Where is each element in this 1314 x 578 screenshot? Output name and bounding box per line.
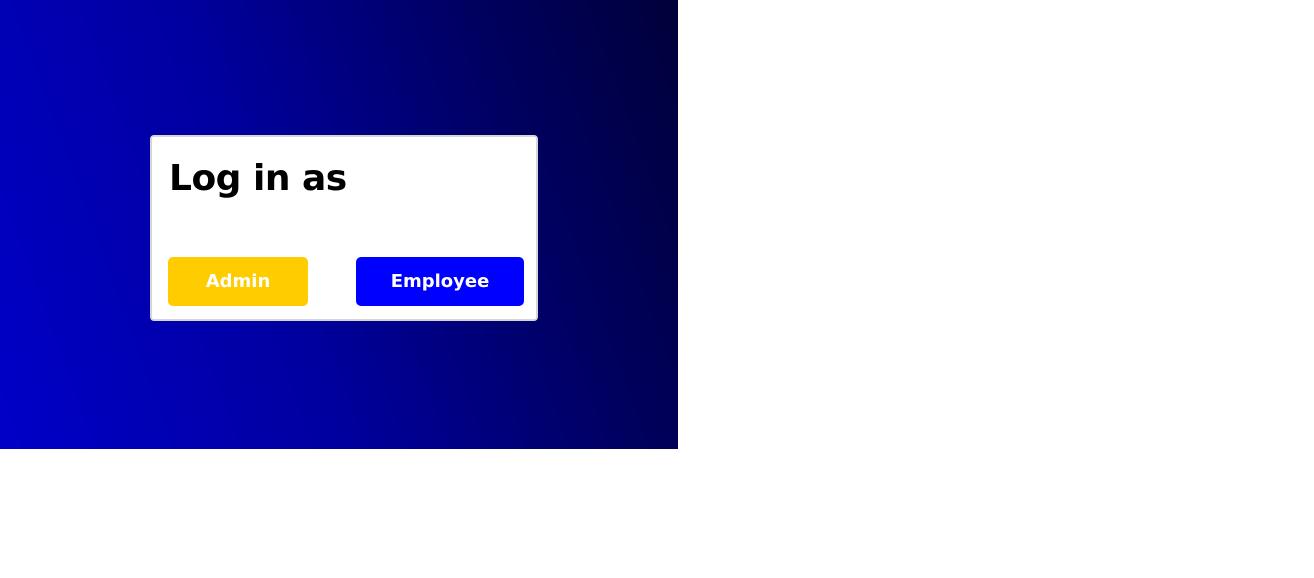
login-card: Log in as Admin Employee [150,135,538,321]
login-title: Log in as [169,158,347,199]
hero-background: Log in as Admin Employee [0,0,678,449]
page: Log in as Admin Employee [0,0,1314,578]
employee-button[interactable]: Employee [356,257,524,306]
admin-button[interactable]: Admin [168,257,308,306]
